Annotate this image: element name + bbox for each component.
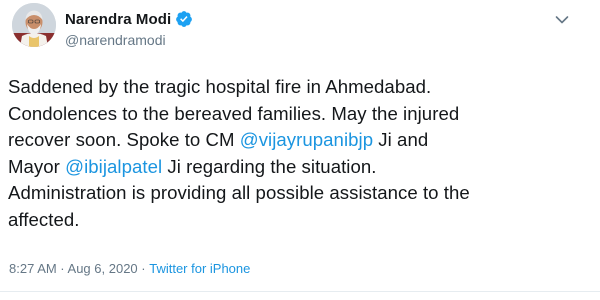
tweet-line: recover soon. Spoke to CM @vijayrupanibj… (8, 127, 593, 154)
tweet-line: affected. (8, 208, 80, 230)
tweet-text-segment: Mayor (8, 155, 66, 177)
chevron-down-icon[interactable] (555, 15, 569, 25)
tweet-meta: 8:27 AM · Aug 6, 2020 · Twitter for iPho… (9, 261, 250, 276)
tweet-line: Saddened by the tragic hospital fire in … (8, 76, 432, 97)
tweet-text-segment: Ji regarding the situation. (162, 155, 377, 177)
timestamp[interactable]: 8:27 AM · Aug 6, 2020 (9, 261, 138, 276)
source-link[interactable]: Twitter for iPhone (149, 261, 250, 276)
mention-link[interactable]: @vijayrupanibjp (240, 129, 373, 150)
tweet-line: Mayor @ibijalpatel Ji regarding the situ… (8, 154, 593, 181)
author-block: Narendra Modi @narendramodi (65, 9, 193, 48)
tweet-line: Condolences to the bereaved families. Ma… (8, 102, 460, 124)
divider (0, 291, 600, 292)
tweet-text: Saddened by the tragic hospital fire in … (8, 74, 593, 233)
profile-photo-icon (12, 3, 56, 47)
tweet-line: Administration is providing all possible… (8, 182, 470, 203)
handle[interactable]: @narendramodi (65, 32, 193, 48)
tweet-card: Narendra Modi @narendramodi Saddened by … (0, 0, 600, 300)
verified-badge-icon (175, 10, 193, 28)
tweet-text-segment: recover soon. Spoke to CM (8, 129, 240, 150)
meta-separator: · (137, 261, 150, 276)
tweet-text-segment: Ji and (373, 129, 429, 150)
display-name[interactable]: Narendra Modi (65, 11, 171, 28)
avatar[interactable] (12, 3, 56, 47)
name-row: Narendra Modi (65, 9, 193, 29)
mention-link[interactable]: @ibijalpatel (65, 156, 162, 177)
